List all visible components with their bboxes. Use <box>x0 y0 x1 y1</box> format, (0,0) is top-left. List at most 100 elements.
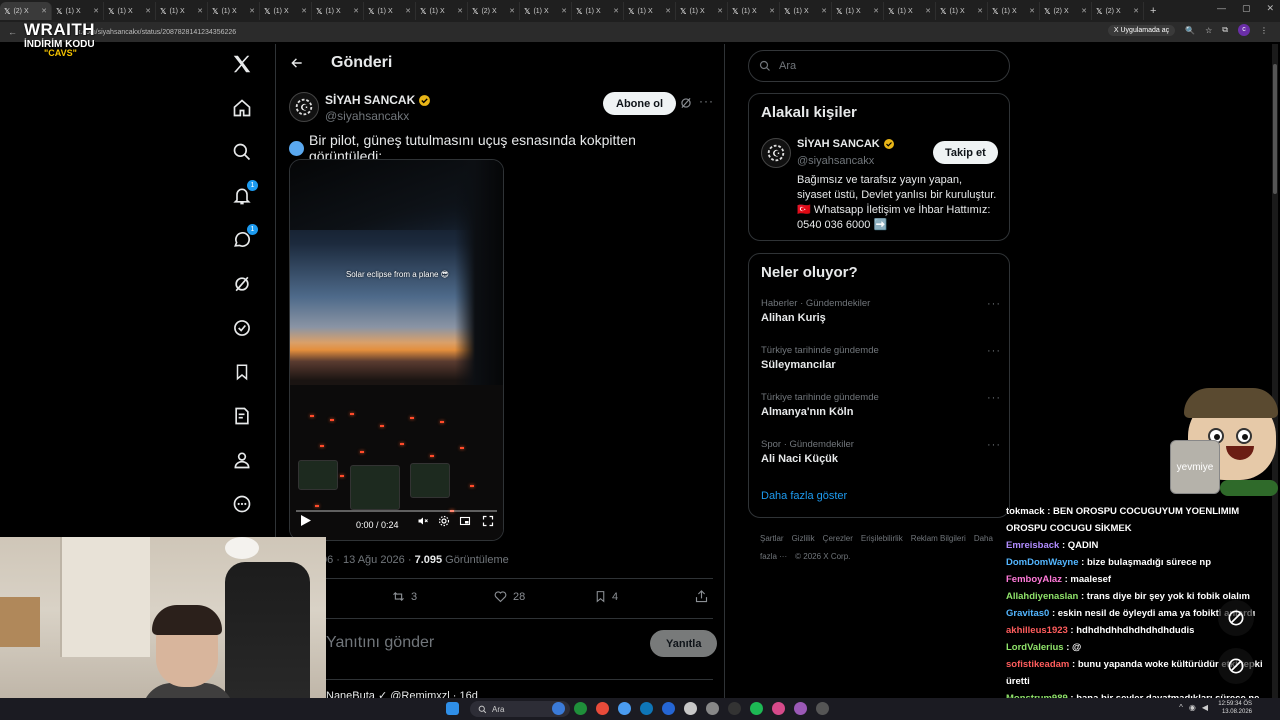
trend-item[interactable]: Türkiye tarihinde gündemde Almanya'nın Kö… <box>761 392 1001 418</box>
close-tab-icon[interactable]: ✕ <box>249 7 255 15</box>
close-tab-icon[interactable]: ✕ <box>1029 7 1035 15</box>
taskbar-app-icon[interactable] <box>552 702 565 715</box>
relevant-name[interactable]: SİYAH SANCAK <box>797 138 895 150</box>
chat-no-icon-2[interactable] <box>1218 648 1254 684</box>
author-avatar[interactable]: ☪ <box>289 92 319 122</box>
settings-icon[interactable] <box>438 514 450 532</box>
browser-tab[interactable]: 𝕏 (1) X ✕ <box>52 2 104 20</box>
profile-avatar[interactable]: c <box>1238 24 1250 36</box>
close-tab-icon[interactable]: ✕ <box>665 7 671 15</box>
taskbar-app-icon[interactable] <box>662 702 675 715</box>
browser-tab[interactable]: 𝕏 (1) X ✕ <box>104 2 156 20</box>
extensions-icon[interactable]: ⧉ <box>1222 25 1228 35</box>
close-tab-icon[interactable]: ✕ <box>93 7 99 15</box>
new-tab-icon[interactable]: + <box>1150 5 1156 17</box>
browser-tab[interactable]: 𝕏 (1) X ✕ <box>728 2 780 20</box>
footer-link[interactable]: Erişilebilirlik <box>861 534 903 543</box>
browser-tab[interactable]: 𝕏 (1) X ✕ <box>156 2 208 20</box>
url-text[interactable]: x.com/siyahsancakx/status/20878281412343… <box>77 29 236 36</box>
browser-tab[interactable]: 𝕏 (1) X ✕ <box>676 2 728 20</box>
trend-item[interactable]: Spor · Gündemdekiler Ali Naci Küçük ··· <box>761 439 1001 465</box>
follow-button[interactable]: Takip et <box>933 141 998 164</box>
post-more-icon[interactable]: ··· <box>699 94 714 108</box>
repost-button[interactable]: 3 <box>391 589 417 604</box>
taskbar-app-icon[interactable] <box>772 702 785 715</box>
grok-explain-icon[interactable] <box>679 96 693 115</box>
maximize-icon[interactable]: ▢ <box>1242 3 1251 14</box>
close-tab-icon[interactable]: ✕ <box>509 7 515 15</box>
volume-icon[interactable] <box>417 514 429 532</box>
taskbar-app-icon[interactable] <box>574 702 587 715</box>
minimize-icon[interactable]: — <box>1217 3 1226 14</box>
close-tab-icon[interactable]: ✕ <box>821 7 827 15</box>
browser-tab[interactable]: 𝕏 (2) X ✕ <box>1092 2 1144 20</box>
reply-button[interactable]: Yanıtla <box>650 630 718 657</box>
browser-tab[interactable]: 𝕏 (1) X ✕ <box>260 2 312 20</box>
close-tab-icon[interactable]: ✕ <box>41 7 47 15</box>
taskbar-app-icon[interactable] <box>794 702 807 715</box>
subscribe-button[interactable]: Abone ol <box>603 92 677 115</box>
more-options-icon[interactable] <box>230 492 254 516</box>
taskbar-app-icon[interactable] <box>750 702 763 715</box>
notifications-icon[interactable]: 1 <box>230 180 258 208</box>
video-progress-bar[interactable] <box>296 510 497 512</box>
browser-tab[interactable]: 𝕏 (2) X ✕ <box>0 2 52 20</box>
browser-tab[interactable]: 𝕏 (1) X ✕ <box>208 2 260 20</box>
taskbar-app-icon[interactable] <box>706 702 719 715</box>
close-tab-icon[interactable]: ✕ <box>717 7 723 15</box>
play-icon[interactable] <box>301 513 311 531</box>
reply-input[interactable]: Yanıtını gönder <box>326 634 434 652</box>
browser-tab[interactable]: 𝕏 (1) X ✕ <box>624 2 676 20</box>
trend-more-icon[interactable]: ··· <box>987 439 1001 451</box>
chevron-up-icon[interactable]: ^ <box>1179 703 1183 712</box>
browser-tab[interactable]: 𝕏 (1) X ✕ <box>520 2 572 20</box>
close-tab-icon[interactable]: ✕ <box>457 7 463 15</box>
browser-tab[interactable]: 𝕏 (1) X ✕ <box>936 2 988 20</box>
back-nav-icon[interactable]: ← <box>8 27 17 37</box>
close-tab-icon[interactable]: ✕ <box>301 7 307 15</box>
close-tab-icon[interactable]: ✕ <box>561 7 567 15</box>
relevant-avatar[interactable]: ☪ <box>761 138 791 168</box>
picture-in-picture-icon[interactable] <box>459 514 471 532</box>
close-tab-icon[interactable]: ✕ <box>145 7 151 15</box>
grok-icon[interactable] <box>230 272 254 296</box>
windows-start-icon[interactable] <box>446 702 459 715</box>
trend-more-icon[interactable]: ··· <box>987 298 1001 310</box>
close-tab-icon[interactable]: ✕ <box>769 7 775 15</box>
author-handle[interactable]: @siyahsancakx <box>325 109 409 123</box>
trend-more-icon[interactable]: ··· <box>987 392 1001 404</box>
footer-link[interactable]: Şartlar <box>760 534 784 543</box>
post-video[interactable]: Solar eclipse from a plane 😎 0:00 / 0:24 <box>289 159 504 541</box>
taskbar-app-icon[interactable] <box>728 702 741 715</box>
close-tab-icon[interactable]: ✕ <box>197 7 203 15</box>
footer-link[interactable]: Çerezler <box>823 534 853 543</box>
close-tab-icon[interactable]: ✕ <box>873 7 879 15</box>
close-tab-icon[interactable]: ✕ <box>1133 7 1139 15</box>
chat-username[interactable]: sofistikeadam <box>1006 659 1069 670</box>
bookmarks-icon[interactable] <box>230 360 254 384</box>
chat-username[interactable]: akhilleus1923 <box>1006 625 1068 636</box>
zoom-icon[interactable]: 🔍 <box>1185 26 1195 35</box>
verified-orgs-icon[interactable] <box>230 316 254 340</box>
footer-link[interactable]: © 2026 X Corp. <box>795 552 850 561</box>
chat-username[interactable]: tokmack <box>1006 506 1045 517</box>
trend-item[interactable]: Türkiye tarihinde gündemde Süleymancılar ·… <box>761 345 1001 371</box>
trend-item[interactable]: Haberler · Gündemdekiler Alihan Kuriş ··· <box>761 298 1001 324</box>
x-logo-icon[interactable] <box>230 52 254 76</box>
back-arrow-icon[interactable] <box>290 56 304 75</box>
close-window-icon[interactable]: ✕ <box>1266 3 1274 14</box>
taskbar-app-icon[interactable] <box>816 702 829 715</box>
fullscreen-icon[interactable] <box>482 514 494 532</box>
network-icon[interactable]: ◉ <box>1189 703 1196 712</box>
search-input[interactable]: Ara <box>748 50 1010 82</box>
browser-tab[interactable]: 𝕏 (1) X ✕ <box>780 2 832 20</box>
close-tab-icon[interactable]: ✕ <box>353 7 359 15</box>
browser-tab[interactable]: 𝕏 (1) X ✕ <box>416 2 468 20</box>
clock[interactable]: 12:59:34 ÖS 13.08.2026 <box>1218 700 1252 716</box>
footer-link[interactable]: Gizlilik <box>792 534 815 543</box>
search-icon[interactable] <box>230 140 254 164</box>
open-in-app-button[interactable]: X Uygulamada aç <box>1107 24 1176 36</box>
like-button[interactable]: 28 <box>493 589 525 604</box>
close-tab-icon[interactable]: ✕ <box>1081 7 1087 15</box>
chat-no-icon[interactable] <box>1218 600 1254 636</box>
